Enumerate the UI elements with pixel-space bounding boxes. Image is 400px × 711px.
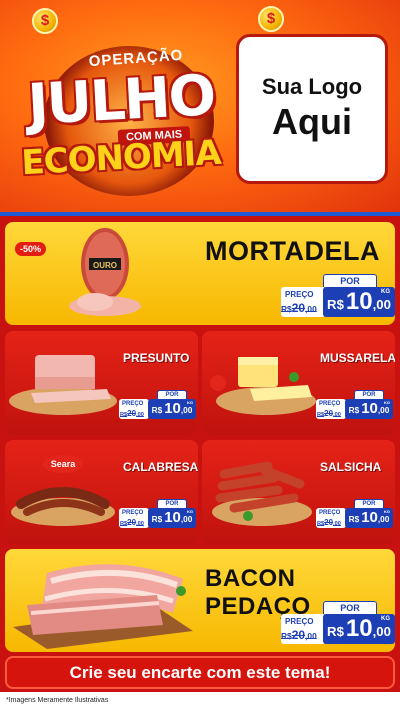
product-card-presunto[interactable]: PRESUNTO POR PREÇO R$20,00 R$ 10,00 KG [5, 331, 198, 435]
product-name: MUSSARELA [320, 351, 395, 365]
price-tag: POR PREÇO R$20,00 R$ 10,00 KG [119, 390, 197, 422]
mortadela-image: OURO [69, 228, 141, 316]
por-label: POR [354, 390, 384, 399]
preco-label: PREÇO [285, 617, 314, 626]
unit-label: KG [384, 509, 390, 514]
product-card-mussarela[interactable]: MUSSARELA POR PREÇO R$20,00 R$ 10,00 KG [202, 331, 395, 435]
campaign-main-text: JULHO [26, 63, 216, 138]
presunto-image [9, 355, 117, 415]
por-label: POR [157, 390, 187, 399]
product-card-salsicha[interactable]: SALSICHA POR PREÇO R$20,00 R$ 10,00 KG [202, 440, 395, 544]
cta-button[interactable]: Crie seu encarte com este tema! [5, 656, 395, 689]
salsicha-image [212, 461, 312, 526]
price-tag: POR PREÇO R$20,00 R$ 10,00 KG [316, 390, 394, 422]
por-label: POR [323, 274, 377, 287]
preco-label: PREÇO [122, 401, 144, 407]
bacon-image [13, 564, 193, 649]
discount-badge: -50% [15, 242, 47, 256]
product-card-mortadela[interactable]: -50% OURO MORTADELA POR PREÇO R$20,00 R$… [5, 222, 395, 325]
preco-label: PREÇO [319, 401, 341, 407]
footnote: *Imagens Meramente Ilustrativas [6, 697, 109, 704]
unit-label: KG [187, 400, 193, 405]
product-name: CALABRESA [123, 460, 198, 474]
product-card-calabresa[interactable]: Seara CALABRESA POR PREÇO R$20,00 R$ 10,0… [5, 440, 198, 544]
preco-label: PREÇO [319, 510, 341, 516]
price-tag: POR PREÇO R$20,00 R$ 10,00 KG [277, 274, 395, 322]
calabresa-image: Seara [11, 455, 115, 526]
product-name: SALSICHA [320, 460, 382, 474]
old-price: R$20,00 [281, 628, 317, 642]
product-name: MORTADELA [205, 236, 380, 266]
por-label: POR [323, 601, 377, 614]
header-banner: $ $ OPERAÇÃO JULHO COM MAIS ECONOMIA Sua… [0, 0, 400, 212]
old-price: R$20,00 [317, 409, 341, 418]
por-label: POR [354, 499, 384, 508]
logo-placeholder[interactable]: Sua Logo Aqui [236, 34, 388, 184]
mussarela-image [210, 357, 316, 415]
old-price: R$20,00 [120, 409, 144, 418]
coin-icon: $ [258, 6, 284, 32]
product-card-bacon[interactable]: BACON PEDAÇO POR PREÇO R$20,00 R$ 10,00 K… [5, 549, 395, 652]
price-tag: POR PREÇO R$20,00 R$ 10,00 KG [277, 601, 395, 649]
logo-line-2: Aqui [272, 101, 352, 142]
por-label: POR [157, 499, 187, 508]
product-name: PRESUNTO [123, 351, 190, 365]
old-price: R$20,00 [120, 518, 144, 527]
preco-label: PREÇO [285, 290, 314, 299]
campaign-badge: OPERAÇÃO JULHO COM MAIS ECONOMIA [16, 20, 222, 200]
unit-label: KG [381, 289, 390, 295]
price-tag: POR PREÇO R$20,00 R$ 10,00 KG [119, 499, 197, 531]
brand-text: Seara [51, 459, 77, 469]
old-price: R$20,00 [281, 301, 317, 315]
logo-line-1: Sua Logo [261, 74, 363, 99]
old-price: R$20,00 [317, 518, 341, 527]
price-tag: POR PREÇO R$20,00 R$ 10,00 KG [316, 499, 394, 531]
unit-label: KG [187, 509, 193, 514]
unit-label: KG [384, 400, 390, 405]
brand-text: OURO [93, 261, 117, 270]
preco-label: PREÇO [122, 510, 144, 516]
unit-label: KG [381, 616, 390, 622]
